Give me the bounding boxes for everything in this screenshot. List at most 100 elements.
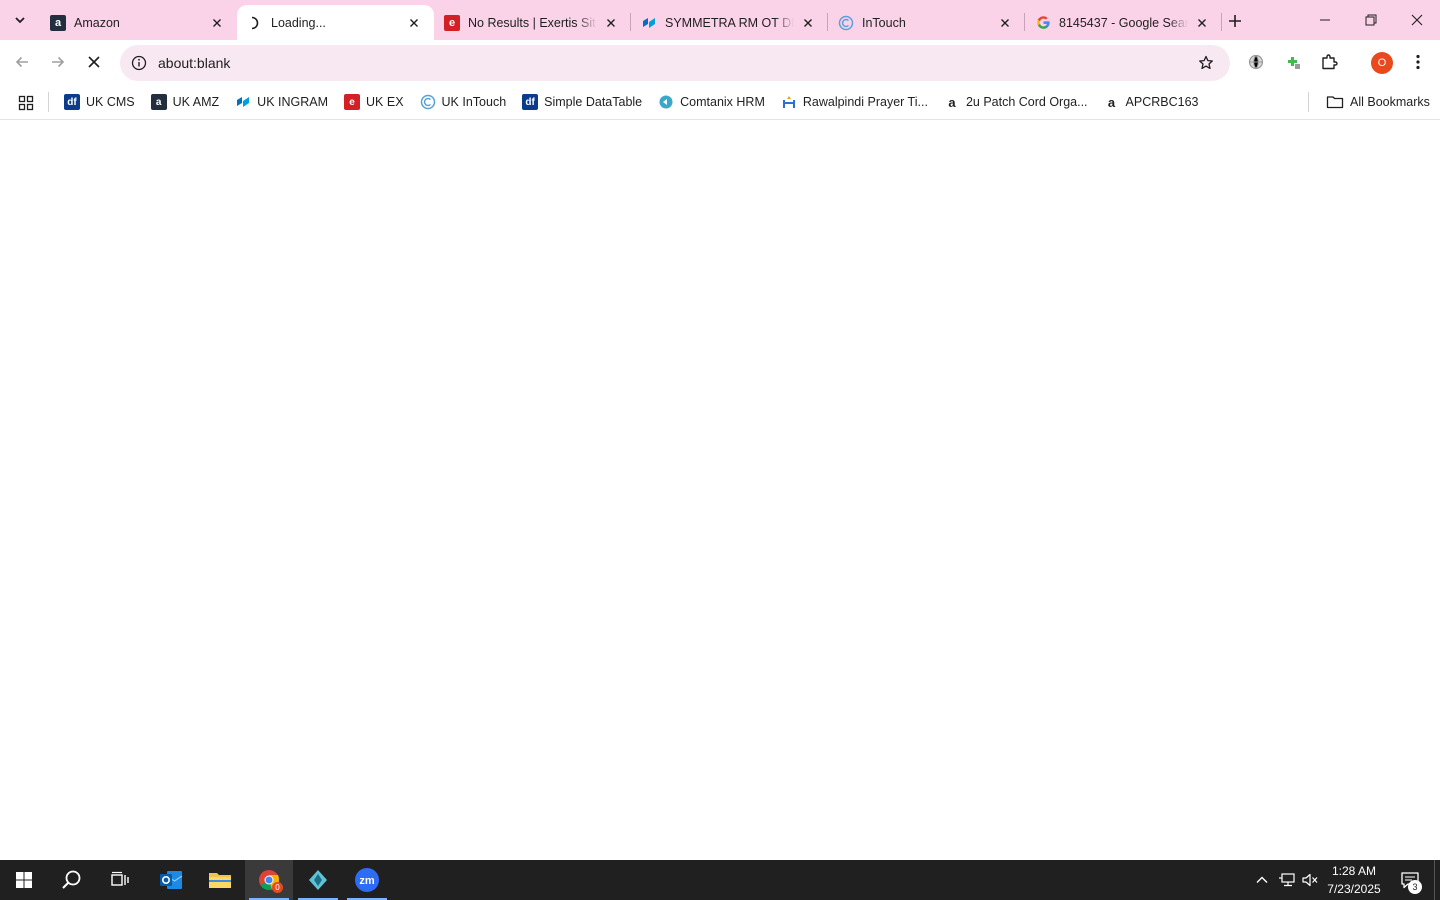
apps-button[interactable] — [14, 91, 38, 115]
close-tab-button[interactable] — [207, 13, 227, 33]
bookmarks-bar: df UK CMS a UK AMZ UK INGRAM e UK EX UK … — [0, 85, 1440, 120]
diamond-app-icon — [309, 870, 327, 890]
taskbar-app-diamond[interactable] — [294, 860, 342, 900]
new-tab-button[interactable] — [1222, 8, 1248, 34]
tab-search-button[interactable] — [6, 6, 34, 34]
stop-loading-button[interactable] — [79, 47, 109, 77]
close-tab-button[interactable] — [601, 13, 621, 33]
comtanix-icon — [658, 94, 674, 110]
star-icon — [1199, 55, 1213, 70]
taskbar-zoom[interactable]: zm — [343, 860, 391, 900]
bookmarks-separator — [1308, 92, 1309, 112]
tab-exertis[interactable]: e No Results | Exertis Site — [434, 5, 631, 40]
bookmark-rawalpindi-prayer[interactable]: Rawalpindi Prayer Ti... — [775, 89, 934, 115]
bookmark-comtanix-hrm[interactable]: Comtanix HRM — [652, 89, 771, 115]
taskbar-outlook[interactable] — [147, 860, 195, 900]
chevron-up-icon — [1256, 876, 1268, 883]
close-tab-button[interactable] — [995, 13, 1015, 33]
restore-button[interactable] — [1348, 0, 1394, 40]
exertis-icon: e — [344, 94, 361, 110]
forward-button[interactable] — [43, 47, 73, 77]
translate-extension-button[interactable] — [1242, 48, 1270, 76]
back-button[interactable] — [7, 47, 37, 77]
folder-icon — [1326, 96, 1344, 109]
notifications-button[interactable] — [1394, 860, 1426, 900]
puzzle-icon — [1322, 54, 1338, 70]
chrome-profile-badge: 0 — [272, 882, 283, 893]
tab-title: No Results | Exertis Site — [468, 15, 597, 30]
page-content[interactable] — [0, 121, 1440, 860]
df-icon: df — [522, 94, 539, 110]
site-info-button[interactable] — [122, 46, 156, 80]
globe-icon — [1248, 54, 1264, 70]
close-tab-button[interactable] — [798, 13, 818, 33]
extension-puzzle-green-button[interactable] — [1280, 48, 1308, 76]
windows-logo-icon — [16, 872, 32, 888]
arrow-right-icon — [52, 56, 65, 68]
network-icon — [1279, 873, 1295, 887]
volume-button[interactable] — [1298, 860, 1322, 900]
close-tab-button[interactable] — [1192, 13, 1212, 33]
tab-google-search[interactable]: 8145437 - Google Search — [1025, 5, 1222, 40]
all-bookmarks-button[interactable]: All Bookmarks — [1320, 89, 1436, 115]
close-icon — [804, 18, 812, 27]
google-icon — [1035, 15, 1051, 31]
folder-icon — [209, 873, 231, 888]
close-window-button[interactable] — [1394, 0, 1440, 40]
tab-amazon[interactable]: a Amazon — [40, 5, 237, 40]
outlook-icon — [160, 871, 183, 889]
symmetra-icon — [641, 15, 657, 31]
loading-spinner-icon — [247, 15, 263, 31]
intouch-icon — [838, 15, 854, 31]
tab-intouch[interactable]: InTouch — [828, 5, 1025, 40]
address-bar[interactable]: about:blank — [120, 45, 1230, 81]
bookmark-uk-ex[interactable]: e UK EX — [338, 89, 410, 115]
tab-title: Amazon — [74, 15, 120, 30]
network-button[interactable] — [1275, 860, 1299, 900]
tab-title: Loading... — [271, 15, 326, 30]
bookmark-uk-amz[interactable]: a UK AMZ — [145, 89, 226, 115]
clock-time: 1:28 AM — [1331, 864, 1377, 878]
show-hidden-icons-button[interactable] — [1250, 860, 1274, 900]
extension-green-icon — [1288, 57, 1300, 69]
bookmark-patch-cord[interactable]: a 2u Patch Cord Orga... — [938, 89, 1094, 115]
bookmark-uk-ingram[interactable]: UK INGRAM — [229, 89, 334, 115]
close-icon — [1411, 14, 1423, 26]
start-button[interactable] — [0, 860, 48, 900]
ingram-icon — [235, 94, 251, 110]
taskbar-file-explorer[interactable] — [196, 860, 244, 900]
show-desktop-button[interactable] — [1434, 860, 1440, 900]
bookmark-label: UK InTouch — [441, 95, 507, 109]
exertis-icon: e — [444, 14, 460, 31]
arrow-left-icon — [15, 56, 28, 68]
window-controls — [1302, 0, 1440, 40]
amazon-icon: a — [50, 14, 66, 31]
taskbar-chrome[interactable]: 0 — [245, 860, 293, 900]
windows-taskbar: 0 zm 1:28 AM 7/23/2025 — [0, 860, 1440, 900]
url-text[interactable]: about:blank — [158, 55, 1190, 71]
task-view-button[interactable] — [96, 860, 144, 900]
tab-title: SYMMETRA RM OT DIR — [665, 15, 794, 30]
bookmark-apcrbc163[interactable]: a APCRBC163 — [1098, 89, 1205, 115]
bookmark-uk-intouch[interactable]: UK InTouch — [414, 89, 513, 115]
tab-loading[interactable]: Loading... — [237, 5, 434, 40]
system-clock[interactable]: 1:28 AM 7/23/2025 — [1322, 862, 1386, 898]
apps-grid-icon — [18, 95, 34, 111]
task-view-icon — [111, 871, 129, 886]
browser-menu-button[interactable] — [1404, 48, 1432, 76]
bookmark-star-button[interactable] — [1190, 47, 1222, 79]
tab-title: InTouch — [862, 15, 906, 30]
tab-symmetra[interactable]: SYMMETRA RM OT DIR — [631, 5, 828, 40]
extensions-button[interactable] — [1315, 48, 1343, 76]
close-icon — [213, 18, 221, 27]
intouch-icon — [420, 94, 436, 110]
search-button[interactable] — [48, 860, 96, 900]
profile-avatar-button[interactable]: O — [1371, 52, 1393, 74]
prayer-icon — [781, 94, 797, 110]
bookmark-simple-datatable[interactable]: df Simple DataTable — [516, 89, 648, 115]
minimize-button[interactable] — [1302, 0, 1348, 40]
bookmark-uk-cms[interactable]: df UK CMS — [58, 89, 141, 115]
tab-strip: a Amazon Loading... e No Results | Exert… — [0, 0, 1440, 40]
plus-icon — [1229, 15, 1241, 27]
close-tab-button[interactable] — [404, 13, 424, 33]
